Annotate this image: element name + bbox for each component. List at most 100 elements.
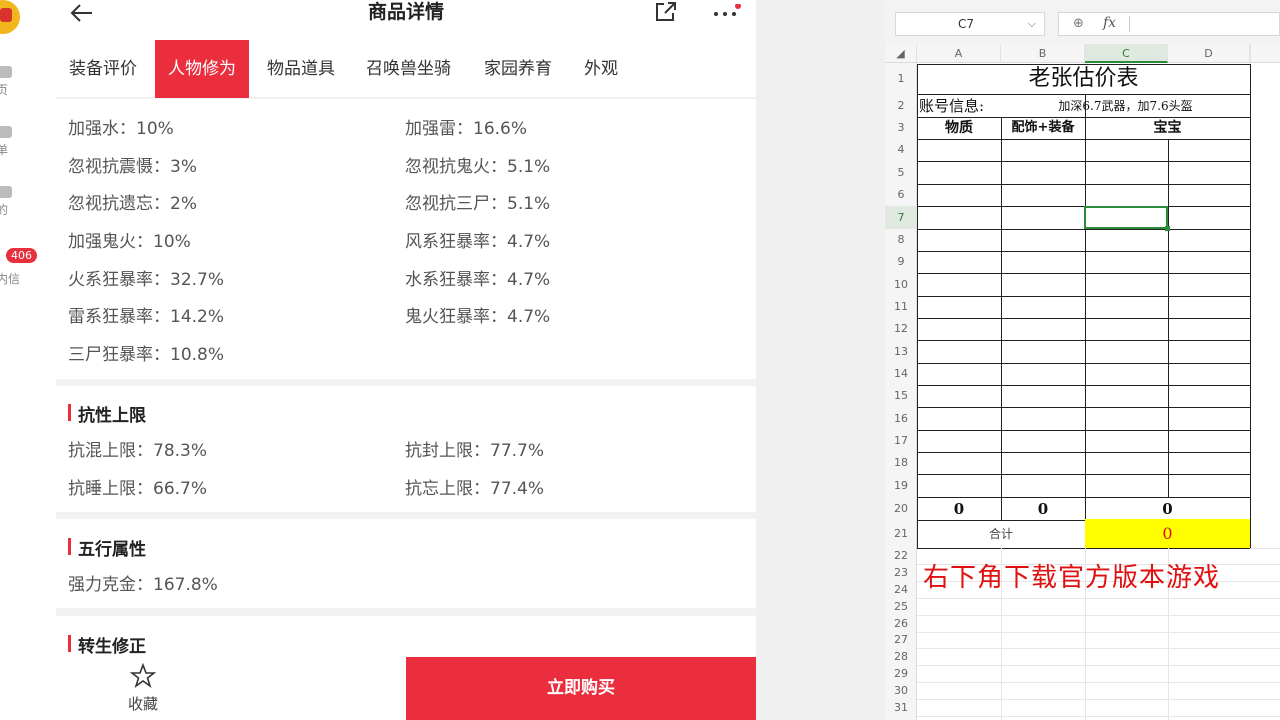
stat-item: 三尸狂暴率：10.8% (68, 345, 225, 365)
more-icon[interactable] (712, 4, 742, 20)
sidebar-label: 的 (0, 203, 9, 217)
sum-cell: 0 (1037, 500, 1049, 518)
tab-home-breeding[interactable]: 家园养育 (471, 40, 565, 98)
stat-item: 忽视抗遗忘：2% (68, 194, 197, 214)
sidebar-label: 页 (0, 83, 9, 97)
table-border (917, 296, 1250, 297)
sidebar-label: 单 (0, 143, 9, 157)
stats-card: 加强水：10% 忽视抗震慑：3% 忽视抗遗忘：2% 加强鬼火：10% 火系狂暴率… (56, 99, 756, 379)
table-border (917, 184, 1250, 185)
gridline (917, 648, 1280, 649)
table-border (917, 385, 1250, 386)
sidebar-item-orders[interactable]: 单 (0, 126, 40, 158)
table-border (917, 229, 1250, 230)
buy-now-button[interactable]: 立即购买 (406, 657, 756, 720)
favorite-button[interactable]: 收藏 (108, 662, 178, 714)
resist-item: 抗封上限：77.7% (405, 441, 545, 461)
app-logo (0, 0, 20, 34)
total-value: 0 (1162, 524, 1173, 543)
table-border (1250, 64, 1251, 548)
stat-item: 风系狂暴率：4.7% (405, 232, 551, 252)
page-title: 商品详情 (367, 1, 444, 23)
table-border (917, 430, 1250, 431)
sum-cell: 0 (1162, 500, 1173, 518)
gridline (917, 665, 1280, 666)
section-title: 抗性上限 (68, 401, 146, 426)
app-sidebar: 页 单 的 406 内信 (0, 0, 56, 720)
top-bar: 商品详情 (56, 0, 756, 40)
star-icon (129, 662, 157, 689)
product-detail-panel: 商品详情 装备评价 人物修为 物品道具 召唤兽坐骑 家园养育 外观 加强水：10… (56, 0, 756, 720)
bottom-action-bar: 收藏 立即购买 (56, 657, 756, 720)
tab-equipment-review[interactable]: 装备评价 (56, 40, 150, 98)
gridline (917, 699, 1280, 700)
screen: 页 单 的 406 内信 商品详情 装备评价 人物修为 物品道具 召唤兽坐骑 家… (0, 0, 1280, 720)
spreadsheet-window: C7 ⌵ ⊕ fx ◢ A B C D 1 2 3 4 5 6 7 8 9 10 11 12 13 14 1… (885, 0, 1280, 720)
gridline (917, 716, 1280, 717)
table-border (917, 340, 1250, 341)
sidebar-item-home[interactable]: 页 (0, 66, 40, 98)
stat-item: 水系狂暴率：4.7% (405, 270, 551, 290)
tab-appearance[interactable]: 外观 (571, 40, 631, 98)
order-icon (0, 126, 12, 138)
sum-cell: 0 (953, 500, 965, 518)
stat-item: 鬼火狂暴率：4.7% (405, 307, 551, 327)
fill-handle[interactable] (1165, 226, 1170, 231)
gridline (917, 615, 1280, 616)
stat-item: 忽视抗震慑：3% (68, 157, 197, 177)
user-icon (0, 186, 12, 198)
tab-items[interactable]: 物品道具 (254, 40, 348, 98)
home-icon (0, 66, 12, 78)
table-border (917, 273, 1250, 274)
table-border (1085, 94, 1086, 548)
table-border (917, 161, 1250, 162)
resist-item: 抗忘上限：77.4% (405, 479, 545, 499)
section-title: 转生修正 (68, 632, 146, 657)
header-cell: 物质 (945, 120, 973, 136)
resist-card: 抗性上限 抗混上限：78.3% 抗睡上限：66.7% 抗封上限：77.7% 抗忘… (56, 386, 756, 512)
promo-text: 右下角下载官方版本游戏 (923, 563, 1221, 593)
stat-item: 雷系狂暴率：14.2% (68, 307, 225, 327)
favorite-label: 收藏 (127, 695, 158, 713)
unread-badge: 406 (6, 248, 37, 263)
category-tabs: 装备评价 人物修为 物品道具 召唤兽坐骑 家园养育 外观 (56, 40, 756, 98)
table-border (917, 474, 1250, 475)
resist-item: 抗混上限：78.3% (68, 441, 208, 461)
stat-item: 忽视抗鬼火：5.1% (405, 157, 551, 177)
table-border (1168, 139, 1169, 497)
wuxing-item: 强力克金：167.8% (68, 575, 218, 595)
stat-item: 加强雷：16.6% (405, 119, 528, 139)
sidebar-label: 内信 (0, 272, 21, 286)
selected-cell[interactable] (1084, 206, 1168, 229)
rebirth-card: 转生修正 (56, 616, 756, 657)
sidebar-item-messages[interactable]: 406 内信 (0, 248, 40, 287)
sheet-title: 老张估价表 (1028, 66, 1139, 91)
table-border (917, 318, 1250, 319)
stat-item: 火系狂暴率：32.7% (68, 270, 225, 290)
share-icon[interactable] (654, 0, 678, 24)
table-border (1001, 117, 1002, 520)
stat-item: 忽视抗三尸：5.1% (405, 194, 551, 214)
gridline (917, 682, 1280, 683)
header-cell: 配饰+装备 (1011, 120, 1075, 135)
account-value: 加深6.7武器，加7.6头盔 (1058, 99, 1193, 113)
table-border (917, 452, 1250, 453)
account-label: 账号信息: (919, 97, 985, 115)
stat-item: 加强水：10% (68, 119, 174, 139)
gridline (1250, 44, 1251, 64)
table-border (917, 94, 1250, 95)
sidebar-item-mine[interactable]: 的 (0, 186, 40, 218)
table-border (917, 548, 1250, 549)
gridline (917, 632, 1280, 633)
total-label: 合计 (988, 527, 1013, 541)
wuxing-card: 五行属性 强力克金：167.8% (56, 519, 756, 608)
gridline (917, 598, 1280, 599)
table-border (917, 139, 1250, 140)
header-cell: 宝宝 (1153, 120, 1182, 136)
tab-character-cultivation[interactable]: 人物修为 (155, 40, 249, 98)
table-border (917, 363, 1250, 364)
table-border (917, 407, 1250, 408)
table-border (917, 251, 1250, 252)
stat-item: 加强鬼火：10% (68, 232, 191, 252)
tab-summons-mounts[interactable]: 召唤兽坐骑 (353, 40, 464, 98)
